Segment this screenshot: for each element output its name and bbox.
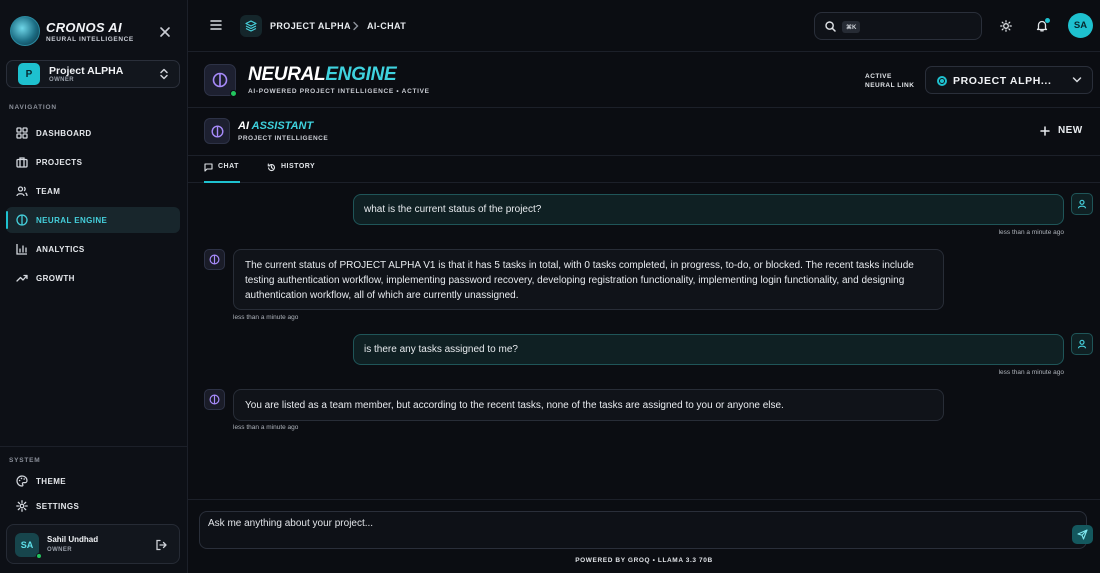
avatar[interactable]: SA — [1068, 13, 1093, 38]
sun-icon[interactable] — [1000, 20, 1012, 32]
project-name: Project ALPHA — [49, 65, 124, 77]
sidebar-item-label: SETTINGS — [36, 501, 80, 511]
breadcrumb-page: AI-CHAT — [367, 21, 407, 31]
brain-icon — [204, 389, 225, 410]
close-sidebar-icon[interactable] — [158, 25, 172, 39]
tab-chat[interactable]: CHAT — [204, 163, 240, 183]
project-select[interactable]: PROJECT ALPH... — [925, 66, 1093, 94]
sidebar-item-label: THEME — [36, 476, 66, 486]
menu-icon[interactable] — [210, 20, 222, 30]
palette-icon — [16, 475, 28, 487]
brand[interactable]: CRONOS AI NEURAL INTELLIGENCE — [10, 16, 134, 46]
assistant-subtitle: PROJECT INTELLIGENCE — [238, 135, 329, 142]
sidebar-item-team[interactable]: TEAM — [6, 178, 180, 204]
sidebar-item-settings[interactable]: SETTINGS — [6, 494, 180, 518]
breadcrumb-project[interactable]: PROJECT ALPHA — [270, 21, 351, 31]
sidebar-item-dashboard[interactable]: DASHBOARD — [6, 120, 180, 146]
page-title: NEURALENGINE — [248, 64, 397, 85]
keyboard-shortcut: ⌘K — [842, 21, 861, 33]
assistant-message: The current status of PROJECT ALPHA V1 i… — [233, 249, 944, 310]
user-icon — [1071, 193, 1093, 215]
brain-icon — [204, 118, 230, 144]
tab-history[interactable]: HISTORY — [267, 163, 315, 183]
sidebar-item-label: PROJECTS — [36, 157, 83, 167]
send-button[interactable] — [1072, 525, 1093, 544]
chat-input-box — [199, 511, 1093, 549]
chat-input[interactable] — [208, 518, 1048, 529]
history-icon — [267, 163, 276, 172]
sidebar-item-analytics[interactable]: ANALYTICS — [6, 236, 180, 262]
project-switcher[interactable]: P Project ALPHA OWNER — [6, 60, 180, 88]
online-status-dot — [36, 553, 42, 559]
user-message: what is the current status of the projec… — [353, 194, 1064, 225]
user-card[interactable]: SA Sahil Undhad OWNER — [6, 524, 180, 564]
sidebar-item-growth[interactable]: GROWTH — [6, 265, 180, 291]
sidebar-item-theme[interactable]: THEME — [6, 469, 180, 493]
send-icon — [1077, 529, 1088, 540]
sidebar-item-projects[interactable]: PROJECTS — [6, 149, 180, 175]
bar-chart-icon — [16, 243, 28, 255]
search-input[interactable]: ⌘K — [814, 12, 982, 40]
message-timestamp: less than a minute ago — [233, 424, 299, 431]
users-icon — [16, 185, 28, 197]
sidebar-item-label: GROWTH — [36, 273, 75, 283]
project-select-value: PROJECT ALPH... — [953, 75, 1052, 87]
layers-icon — [240, 15, 262, 37]
brand-name: CRONOS AI — [46, 19, 122, 35]
message-timestamp: less than a minute ago — [998, 229, 1064, 236]
brand-logo-icon — [10, 16, 40, 46]
navigation-label: NAVIGATION — [9, 104, 57, 111]
chevrons-up-down-icon — [159, 68, 169, 80]
target-icon — [937, 76, 947, 86]
chat-icon — [204, 163, 213, 172]
sidebar-item-neural-engine[interactable]: NEURAL ENGINE — [6, 207, 180, 233]
composer: POWERED BY GROQ • LLAMA 3.3 70B — [188, 499, 1100, 573]
assistant-header: AI ASSISTANT PROJECT INTELLIGENCE NEW — [188, 108, 1100, 156]
gear-icon — [16, 500, 28, 512]
trending-up-icon — [16, 272, 28, 284]
avatar: SA — [15, 533, 39, 557]
system-label: SYSTEM — [9, 457, 41, 464]
brain-icon — [204, 249, 225, 270]
brain-icon — [16, 214, 28, 226]
sidebar-item-label: NEURAL ENGINE — [36, 215, 108, 225]
powered-by: POWERED BY GROQ • LLAMA 3.3 70B — [575, 557, 713, 564]
sidebar: CRONOS AI NEURAL INTELLIGENCE P Project … — [0, 0, 188, 573]
message-timestamp: less than a minute ago — [233, 314, 299, 321]
briefcase-icon — [16, 156, 28, 168]
brand-subtitle: NEURAL INTELLIGENCE — [46, 35, 134, 43]
message-timestamp: less than a minute ago — [998, 369, 1064, 376]
grid-icon — [16, 127, 28, 139]
notification-badge — [1045, 18, 1050, 23]
user-icon — [1071, 333, 1093, 355]
chevron-down-icon — [1072, 76, 1082, 84]
chevron-right-icon — [352, 21, 360, 31]
chat-tabs: CHAT HISTORY — [188, 156, 1100, 183]
sidebar-item-label: TEAM — [36, 186, 61, 196]
neural-engine-header: NEURALENGINE AI-POWERED PROJECT INTELLIG… — [188, 52, 1100, 108]
new-chat-button[interactable]: NEW — [1040, 125, 1083, 136]
user-role: OWNER — [47, 547, 72, 553]
sidebar-divider — [0, 446, 188, 447]
page-subtitle: AI-POWERED PROJECT INTELLIGENCE • ACTIVE — [248, 88, 430, 95]
user-message: is there any tasks assigned to me? — [353, 334, 1064, 365]
user-name: Sahil Undhad — [47, 535, 99, 544]
top-bar: PROJECT ALPHA AI-CHAT ⌘K SA — [188, 0, 1100, 52]
sidebar-item-label: DASHBOARD — [36, 128, 92, 138]
assistant-title: AI ASSISTANT — [238, 120, 314, 132]
online-status-dot — [230, 90, 237, 97]
neural-link-label: ACTIVE NEURAL LINK — [865, 73, 915, 89]
search-icon — [825, 21, 836, 32]
sidebar-item-label: ANALYTICS — [36, 244, 85, 254]
assistant-message: You are listed as a team member, but acc… — [233, 389, 944, 421]
plus-icon — [1040, 125, 1050, 136]
logout-icon[interactable] — [155, 539, 167, 551]
project-role: OWNER — [49, 77, 74, 83]
project-avatar: P — [18, 63, 40, 85]
